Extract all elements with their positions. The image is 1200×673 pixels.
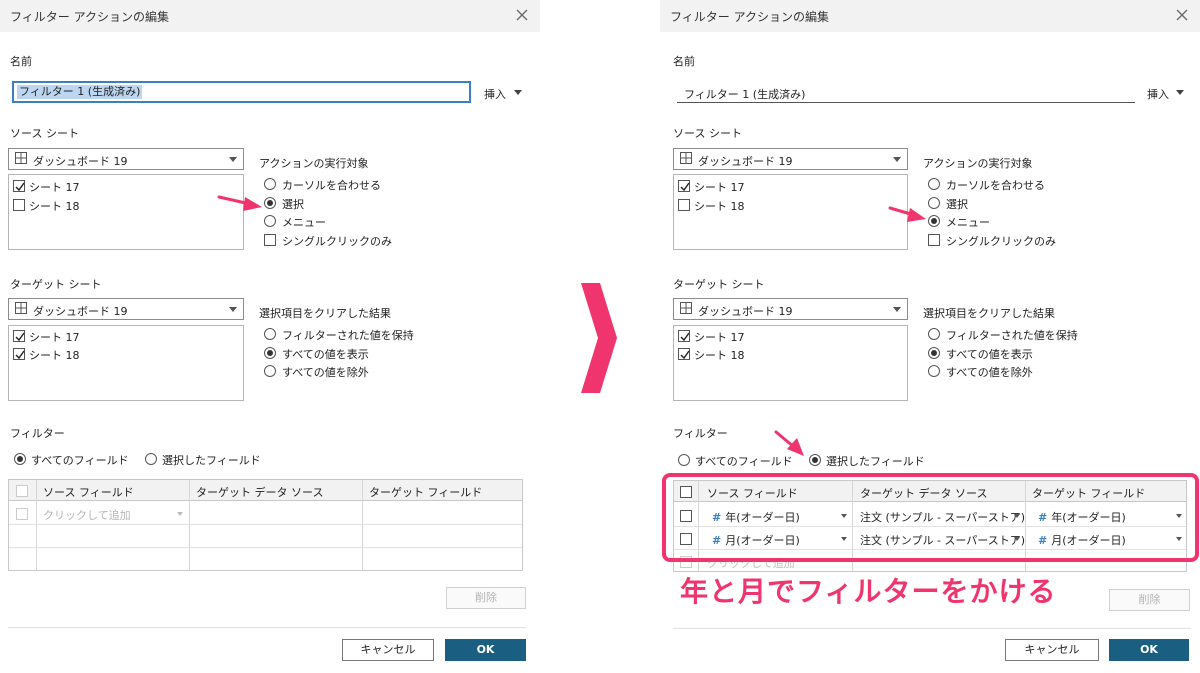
transition-arrow-icon — [581, 283, 617, 393]
pointer-arrow-icon — [774, 430, 804, 456]
pointer-arrow-icon — [217, 195, 262, 211]
pointer-arrow-icon — [888, 206, 926, 222]
annotation-caption: 年と月でフィルターをかける — [680, 575, 1057, 608]
grid-highlight-box — [662, 473, 1199, 562]
